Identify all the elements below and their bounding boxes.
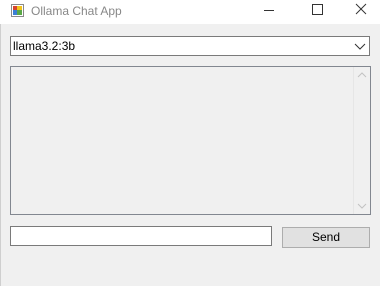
- scroll-down-arrow-icon[interactable]: [354, 197, 370, 214]
- chevron-down-icon[interactable]: [351, 37, 369, 55]
- model-select-value: llama3.2:3b: [13, 39, 76, 53]
- close-button[interactable]: [334, 0, 380, 24]
- message-input[interactable]: [10, 226, 272, 246]
- send-button[interactable]: Send: [282, 227, 370, 248]
- minimize-icon: [264, 10, 274, 11]
- app-window: Ollama Chat App llama3.2:3b Send: [0, 0, 380, 286]
- minimize-button[interactable]: [245, 0, 291, 24]
- title-bar[interactable]: Ollama Chat App: [0, 0, 380, 24]
- maximize-button[interactable]: [293, 0, 339, 24]
- window-left-edge: [0, 0, 1, 286]
- model-select[interactable]: llama3.2:3b: [10, 36, 370, 56]
- close-icon: [355, 3, 367, 15]
- chat-log[interactable]: [10, 66, 371, 215]
- scroll-up-arrow-icon[interactable]: [354, 67, 370, 84]
- maximize-icon: [312, 4, 323, 15]
- window-title: Ollama Chat App: [31, 4, 122, 18]
- app-icon: [11, 4, 24, 17]
- chat-log-scrollbar[interactable]: [353, 67, 370, 214]
